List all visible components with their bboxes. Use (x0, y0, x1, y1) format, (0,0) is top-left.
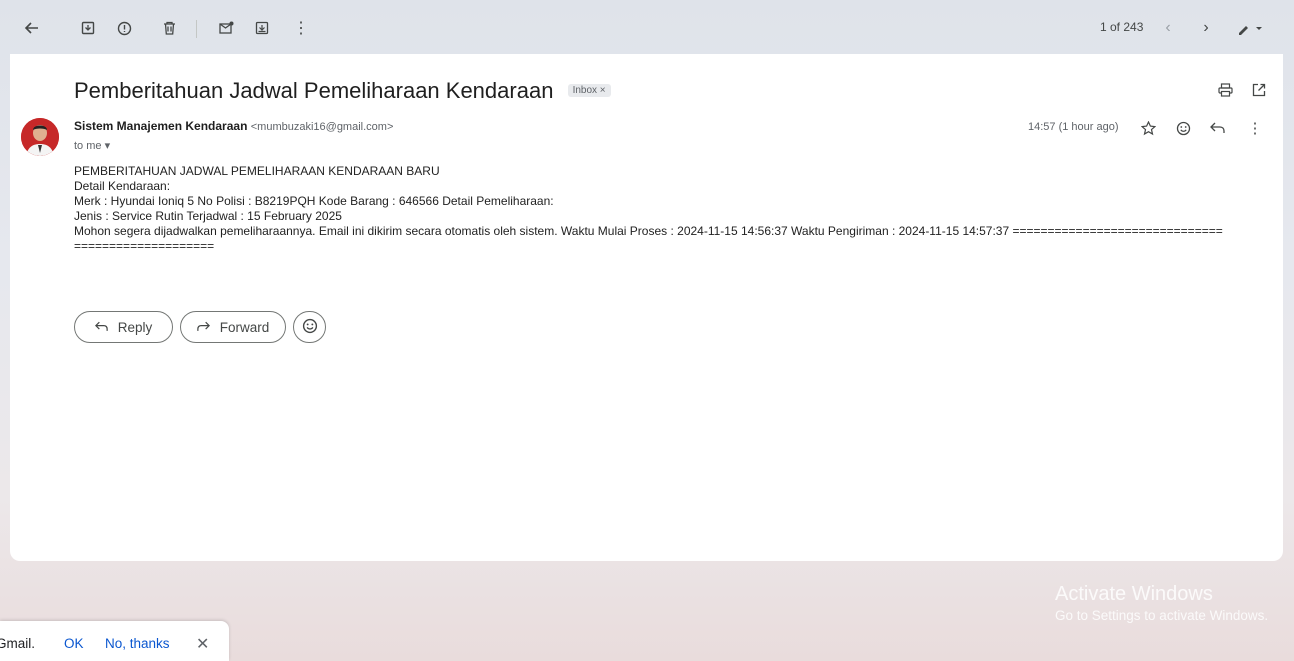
reply-label: Reply (117, 319, 153, 335)
body-line: ==================== (74, 239, 215, 253)
archive-icon[interactable] (76, 16, 100, 40)
body-line: Detail Kendaraan: (74, 179, 171, 193)
body-line: Jenis : Service Rutin Terjadwal : 15 Feb… (74, 209, 342, 223)
mark-unread-icon[interactable] (214, 16, 238, 40)
forward-arrow-icon (196, 319, 210, 335)
body-line: Merk : Hyundai Ioniq 5 No Polisi : B8219… (74, 194, 554, 208)
reply-button[interactable]: Reply (74, 311, 173, 343)
emoji-react-button[interactable] (293, 311, 326, 343)
smiley-icon (302, 318, 318, 337)
emoji-reaction-icon[interactable] (1173, 118, 1193, 138)
pen-dropdown-icon[interactable] (1234, 16, 1266, 40)
forward-button[interactable]: Forward (180, 311, 286, 343)
sender-email: <mumbuzaki16@gmail.com> (250, 121, 394, 133)
open-new-window-icon[interactable] (1249, 80, 1269, 100)
body-line: Mohon segera dijadwalkan pemeliharaannya… (74, 224, 1223, 238)
email-subject: Pemberitahuan Jadwal Pemeliharaan Kendar… (74, 78, 611, 104)
toolbar: ⋮ 1 of 243 ‹ › (0, 0, 1294, 56)
sender-name[interactable]: Sistem Manajemen Kendaraan (74, 119, 247, 133)
pagination-count: 1 of 243 (1100, 20, 1144, 34)
body-line: PEMBERITAHUAN JADWAL PEMELIHARAAN KENDAR… (74, 164, 440, 178)
email-timestamp: 14:57 (1 hour ago) (1028, 121, 1119, 133)
chevron-left-icon[interactable]: ‹ (1156, 16, 1180, 40)
watermark-subtitle: Go to Settings to activate Windows. (1055, 608, 1269, 623)
snackbar-ok-button[interactable]: OK (64, 636, 84, 651)
reply-arrow-icon (94, 319, 108, 335)
reply-icon[interactable] (1207, 118, 1227, 138)
more-options-icon[interactable]: ⋮ (1245, 118, 1265, 138)
recipient-dropdown[interactable]: to me ▾ (74, 139, 110, 152)
sender-line: Sistem Manajemen Kendaraan <mumbuzaki16@… (74, 119, 393, 133)
move-to-icon[interactable] (250, 16, 274, 40)
snackbar: Gmail. OK No, thanks ✕ (0, 621, 229, 661)
email-card: Pemberitahuan Jadwal Pemeliharaan Kendar… (10, 54, 1283, 561)
report-spam-icon[interactable] (112, 16, 136, 40)
windows-activation-watermark: Activate Windows Go to Settings to activ… (1055, 583, 1268, 623)
chevron-right-icon[interactable]: › (1194, 16, 1218, 40)
star-icon[interactable] (1138, 118, 1158, 138)
toolbar-divider (196, 20, 197, 38)
snackbar-no-thanks-button[interactable]: No, thanks (105, 636, 170, 651)
watermark-title: Activate Windows (1055, 583, 1213, 605)
forward-label: Forward (219, 319, 270, 335)
email-body: PEMBERITAHUAN JADWAL PEMELIHARAAN KENDAR… (74, 164, 1274, 254)
subject-text: Pemberitahuan Jadwal Pemeliharaan Kendar… (74, 78, 554, 103)
delete-icon[interactable] (157, 16, 181, 40)
more-vert-icon[interactable]: ⋮ (289, 16, 313, 40)
back-arrow-icon[interactable] (20, 16, 44, 40)
sender-avatar[interactable] (21, 118, 59, 156)
close-icon[interactable]: ✕ (196, 634, 209, 654)
print-icon[interactable] (1215, 80, 1235, 100)
inbox-label-badge[interactable]: Inbox × (567, 83, 611, 97)
snackbar-text: Gmail. (0, 636, 36, 651)
